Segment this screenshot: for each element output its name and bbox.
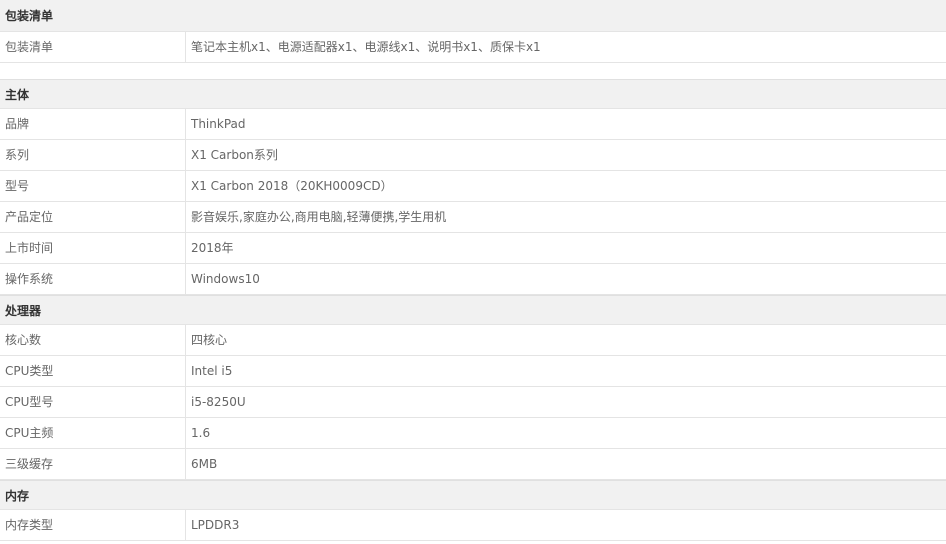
table-row: 核心数 四核心 (0, 325, 946, 356)
row-label: 核心数 (0, 325, 186, 355)
table-row: CPU型号 i5-8250U (0, 387, 946, 418)
section-processor: 处理器 核心数 四核心 CPU类型 Intel i5 CPU型号 i5-8250… (0, 295, 946, 480)
row-label: 操作系统 (0, 264, 186, 294)
section-main: 主体 品牌 ThinkPad 系列 X1 Carbon系列 型号 X1 Carb… (0, 79, 946, 295)
row-value: LPDDR3 (191, 518, 240, 532)
table-row: 产品定位 影音娱乐,家庭办公,商用电脑,轻薄便携,学生用机 (0, 202, 946, 233)
spec-table: 包装清单 包装清单 笔记本主机x1、电源适配器x1、电源线x1、说明书x1、质保… (0, 0, 946, 541)
table-row: 操作系统 Windows10 (0, 264, 946, 295)
row-label: 三级缓存 (0, 449, 186, 479)
section-title: 内存 (0, 480, 946, 510)
row-label: CPU型号 (0, 387, 186, 417)
row-value: 四核心 (191, 333, 228, 347)
row-label: 上市时间 (0, 233, 186, 263)
row-label: 包装清单 (0, 32, 186, 62)
section-package: 包装清单 包装清单 笔记本主机x1、电源适配器x1、电源线x1、说明书x1、质保… (0, 0, 946, 63)
row-value: X1 Carbon系列 (191, 148, 278, 162)
row-value: 6MB (191, 457, 218, 471)
row-value: 1.6 (191, 426, 211, 440)
table-row: 内存类型 LPDDR3 (0, 510, 946, 541)
section-memory: 内存 内存类型 LPDDR3 (0, 480, 946, 541)
row-label: 内存类型 (0, 510, 186, 540)
row-label: 产品定位 (0, 202, 186, 232)
row-label: CPU主频 (0, 418, 186, 448)
section-title: 处理器 (0, 295, 946, 325)
section-spacer (0, 63, 946, 79)
table-row: 型号 X1 Carbon 2018（20KH0009CD） (0, 171, 946, 202)
section-title: 包装清单 (0, 0, 946, 32)
table-row: CPU主频 1.6 (0, 418, 946, 449)
row-value: ThinkPad (191, 117, 246, 131)
row-value: X1 Carbon 2018（20KH0009CD） (191, 179, 393, 193)
table-row: 上市时间 2018年 (0, 233, 946, 264)
row-label: CPU类型 (0, 356, 186, 386)
row-value: i5-8250U (191, 395, 246, 409)
row-label: 品牌 (0, 109, 186, 139)
row-value: Intel i5 (191, 364, 233, 378)
row-label: 型号 (0, 171, 186, 201)
row-value: 影音娱乐,家庭办公,商用电脑,轻薄便携,学生用机 (191, 210, 447, 224)
row-value: Windows10 (191, 272, 260, 286)
table-row: 三级缓存 6MB (0, 449, 946, 480)
row-value: 2018年 (191, 241, 234, 255)
table-row: CPU类型 Intel i5 (0, 356, 946, 387)
row-value: 笔记本主机x1、电源适配器x1、电源线x1、说明书x1、质保卡x1 (191, 40, 541, 54)
section-title: 主体 (0, 79, 946, 109)
table-row: 包装清单 笔记本主机x1、电源适配器x1、电源线x1、说明书x1、质保卡x1 (0, 32, 946, 63)
table-row: 系列 X1 Carbon系列 (0, 140, 946, 171)
table-row: 品牌 ThinkPad (0, 109, 946, 140)
row-label: 系列 (0, 140, 186, 170)
